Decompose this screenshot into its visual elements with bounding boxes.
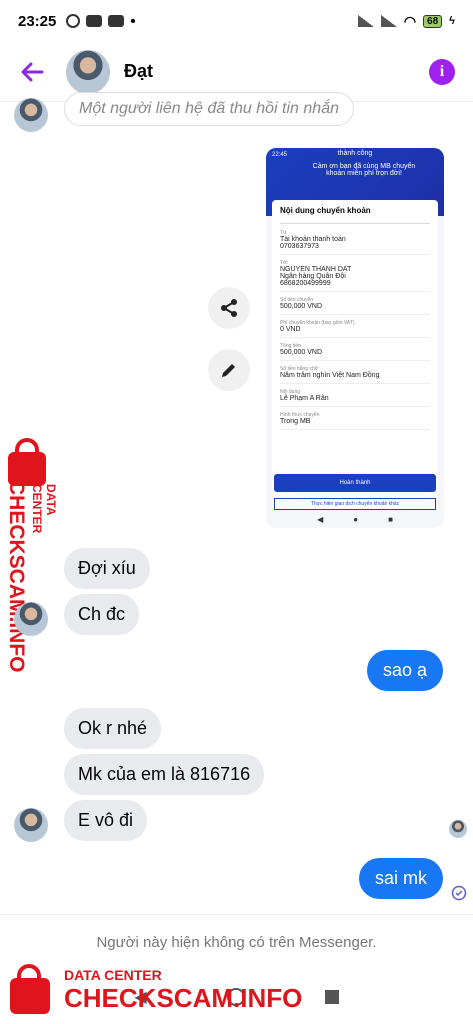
shot-rows: Từ Tài khoản thanh toán 0703637973 Tới NGUY… bbox=[280, 230, 430, 430]
watermark-side: CHECKSCAM.INFO DATA CENTER bbox=[4, 438, 58, 673]
unavailable-notice: Người này hiện không có trên Messenger. bbox=[0, 914, 473, 970]
youtube-icon bbox=[108, 15, 125, 27]
share-button[interactable] bbox=[208, 287, 250, 329]
watermark-bottom-top: DATA CENTER bbox=[64, 966, 162, 983]
shot-banner-title: thành công bbox=[337, 150, 373, 157]
shot-other-link: Thực hiện giao dịch chuyển khoản khác bbox=[274, 498, 436, 510]
shot-row-value: 500,000 VND bbox=[280, 303, 430, 315]
status-bar: 23:25 • ◠ 68 ϟ bbox=[0, 0, 473, 42]
signal-icon bbox=[380, 15, 397, 27]
recalled-message: Một người liên hệ đã thu hồi tin nhắn bbox=[64, 92, 354, 126]
shot-row-value: 500,000 VND bbox=[280, 349, 430, 361]
avatar bbox=[14, 602, 48, 636]
watermark-bottom-main: CHECKSCAM.INFO bbox=[64, 982, 303, 1013]
status-time: 23:25 bbox=[18, 12, 57, 30]
edit-button[interactable] bbox=[208, 349, 250, 391]
shot-card: Nội dung chuyển khoản Từ Tài khoản thanh … bbox=[272, 200, 438, 510]
message-incoming[interactable]: Mk của em là 816716 bbox=[64, 754, 265, 795]
message-outgoing[interactable]: sai mk bbox=[358, 858, 443, 899]
message-incoming[interactable]: Đợi xíu bbox=[64, 548, 150, 589]
signal-icon bbox=[357, 15, 374, 27]
shot-row-value: NGUYEN THANH DAT Ngân hàng Quân Đội 6868… bbox=[280, 266, 430, 292]
shot-row-value: 0 VND bbox=[280, 326, 430, 338]
dot-icon: • bbox=[130, 12, 136, 30]
avatar bbox=[14, 98, 48, 132]
shot-navbar: ◀ ● ■ bbox=[317, 514, 393, 524]
watermark-bottom: DATA CENTER CHECKSCAM.INFO bbox=[6, 964, 303, 1014]
avatar[interactable] bbox=[66, 49, 110, 94]
share-icon bbox=[221, 299, 237, 317]
shot-banner-text: Cảm ơn bạn đã cùng MB chuyển khoản miễn … bbox=[312, 163, 416, 177]
message-incoming[interactable]: Ok r nhé bbox=[64, 708, 162, 749]
message-outgoing[interactable]: sao ạ bbox=[366, 650, 443, 691]
battery-icon: 68 bbox=[423, 14, 443, 28]
recents-nav-icon[interactable] bbox=[324, 990, 339, 1004]
message-incoming[interactable]: E vô đi bbox=[64, 800, 148, 841]
watermark-side-main: CHECKSCAM.INFO bbox=[5, 480, 28, 673]
back-arrow-icon[interactable] bbox=[18, 58, 46, 86]
shot-row-value: Tài khoản thanh toán 0703637973 bbox=[280, 236, 430, 255]
contact-name[interactable]: Đạt bbox=[124, 61, 153, 82]
shot-row-value: Năm trăm nghìn Việt Nam Đồng bbox=[280, 372, 430, 384]
avatar bbox=[14, 808, 48, 842]
shot-row-value: Trong MB bbox=[280, 418, 430, 430]
wifi-icon: ◠ bbox=[403, 12, 417, 29]
messenger-icon bbox=[66, 14, 81, 28]
charging-icon: ϟ bbox=[449, 15, 455, 27]
shot-row-value: Lê Phạm A Rân bbox=[280, 395, 430, 407]
info-icon[interactable]: i bbox=[429, 58, 455, 85]
pencil-icon bbox=[222, 364, 235, 377]
sent-check-icon bbox=[451, 885, 467, 901]
shared-image[interactable]: 22:45 thành công Cảm ơn bạn đã cùng MB c… bbox=[266, 148, 444, 528]
shot-done-button: Hoàn thành bbox=[274, 474, 436, 492]
youtube-icon bbox=[86, 15, 103, 27]
message-incoming[interactable]: Ch đc bbox=[64, 594, 140, 635]
seen-avatar bbox=[449, 820, 467, 838]
watermark-side-top: DATA CENTER bbox=[30, 484, 58, 534]
shot-card-title: Nội dung chuyển khoản bbox=[280, 206, 430, 224]
lock-icon bbox=[10, 964, 50, 1014]
